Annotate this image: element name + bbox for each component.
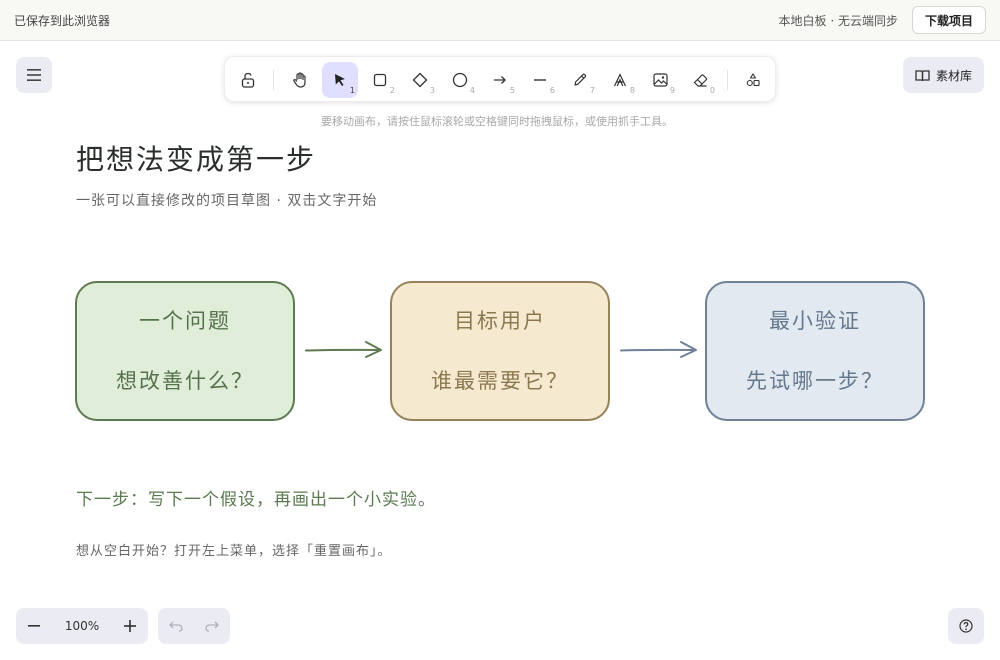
tool-hand[interactable] xyxy=(282,62,318,98)
tool-line[interactable]: 6 xyxy=(522,62,558,98)
zoom-in-button[interactable] xyxy=(112,608,148,644)
book-icon xyxy=(915,69,930,81)
tool-select[interactable]: 1 xyxy=(322,62,358,98)
lock-icon xyxy=(241,72,255,88)
tool-bar: 1 2 3 4 5 6 7 8 9 0 xyxy=(224,56,776,102)
zoom-controls: 100% xyxy=(16,608,148,644)
help-button[interactable] xyxy=(948,608,984,644)
zoom-out-button[interactable] xyxy=(16,608,52,644)
shortcut-key: 4 xyxy=(469,86,475,95)
shapes-icon xyxy=(746,73,760,87)
history-controls xyxy=(158,608,230,644)
shortcut-key: 3 xyxy=(429,86,435,95)
help-icon xyxy=(959,619,973,633)
card-title: 一个问题 xyxy=(139,309,231,333)
shortcut-key: 2 xyxy=(389,86,395,95)
redo-button[interactable] xyxy=(194,608,230,644)
save-status: 已保存到此浏览器 xyxy=(14,14,111,28)
rectangle-icon xyxy=(373,73,387,87)
reset-hint-text[interactable]: 想从空白开始？打开左上菜单，选择「重置画布」。 xyxy=(76,540,392,559)
tool-more-shapes[interactable] xyxy=(735,62,771,98)
card-title: 最小验证 xyxy=(769,309,861,333)
tool-rectangle[interactable]: 2 xyxy=(362,62,398,98)
tool-image[interactable]: 9 xyxy=(642,62,678,98)
hamburger-icon xyxy=(27,69,41,81)
card-body: 先试哪一步？ xyxy=(746,369,884,393)
canvas-pan-hint: 要移动画布，请按住鼠标滚轮或空格键同时拖拽鼠标，或使用抓手工具。 xyxy=(321,115,673,128)
pointer-icon xyxy=(335,74,345,86)
line-icon xyxy=(534,79,546,81)
card-problem[interactable]: 一个问题 想改善什么？ xyxy=(75,281,295,421)
library-button[interactable]: 素材库 xyxy=(903,57,984,93)
shortcut-key: 6 xyxy=(549,86,555,95)
top-bar: 已保存到此浏览器 本地白板 · 无云端同步 下载项目 xyxy=(0,0,1000,41)
tool-ellipse[interactable]: 4 xyxy=(442,62,478,98)
sync-status: 本地白板 · 无云端同步 xyxy=(778,14,898,28)
next-step-text[interactable]: 下一步：写下一个假设，再画出一个小实验。 xyxy=(76,485,436,510)
arrow-icon xyxy=(494,76,506,84)
canvas-title[interactable]: 把想法变成第一步 xyxy=(76,138,316,178)
pencil-icon xyxy=(574,73,587,86)
shortcut-key: 8 xyxy=(629,86,635,95)
diamond-icon xyxy=(412,72,428,88)
plus-icon xyxy=(124,620,136,632)
tool-eraser[interactable]: 0 xyxy=(682,62,718,98)
card-body: 谁最需要它？ xyxy=(431,369,569,393)
tool-text[interactable]: 8 xyxy=(602,62,638,98)
zoom-level[interactable]: 100% xyxy=(52,608,112,644)
download-project-button[interactable]: 下载项目 xyxy=(912,6,986,34)
card-body: 想改善什么？ xyxy=(116,369,254,393)
shortcut-key: 1 xyxy=(349,86,355,95)
card-target-user[interactable]: 目标用户 谁最需要它？ xyxy=(390,281,610,421)
tool-arrow[interactable]: 5 xyxy=(482,62,518,98)
shortcut-key: 7 xyxy=(589,86,595,95)
tool-lock[interactable] xyxy=(230,62,266,98)
library-label: 素材库 xyxy=(935,68,972,83)
main-menu-button[interactable] xyxy=(16,57,52,93)
minus-icon xyxy=(28,625,40,627)
shortcut-key: 0 xyxy=(709,86,715,95)
tool-draw[interactable]: 7 xyxy=(562,62,598,98)
redo-icon xyxy=(205,621,219,632)
text-icon xyxy=(613,73,627,87)
card-title: 目标用户 xyxy=(454,309,546,333)
card-minimum-validation[interactable]: 最小验证 先试哪一步？ xyxy=(705,281,925,421)
shortcut-key: 9 xyxy=(669,86,675,95)
arrow-connector[interactable] xyxy=(619,338,699,362)
shortcut-key: 5 xyxy=(509,86,515,95)
hand-icon xyxy=(293,72,306,88)
image-icon xyxy=(652,73,668,87)
ellipse-icon xyxy=(452,72,468,88)
tool-diamond[interactable]: 3 xyxy=(402,62,438,98)
arrow-connector[interactable] xyxy=(304,338,384,362)
undo-icon xyxy=(169,621,183,632)
canvas-subtitle[interactable]: 一张可以直接修改的项目草图 · 双击文字开始 xyxy=(76,190,377,210)
eraser-icon xyxy=(693,74,707,87)
undo-button[interactable] xyxy=(158,608,194,644)
